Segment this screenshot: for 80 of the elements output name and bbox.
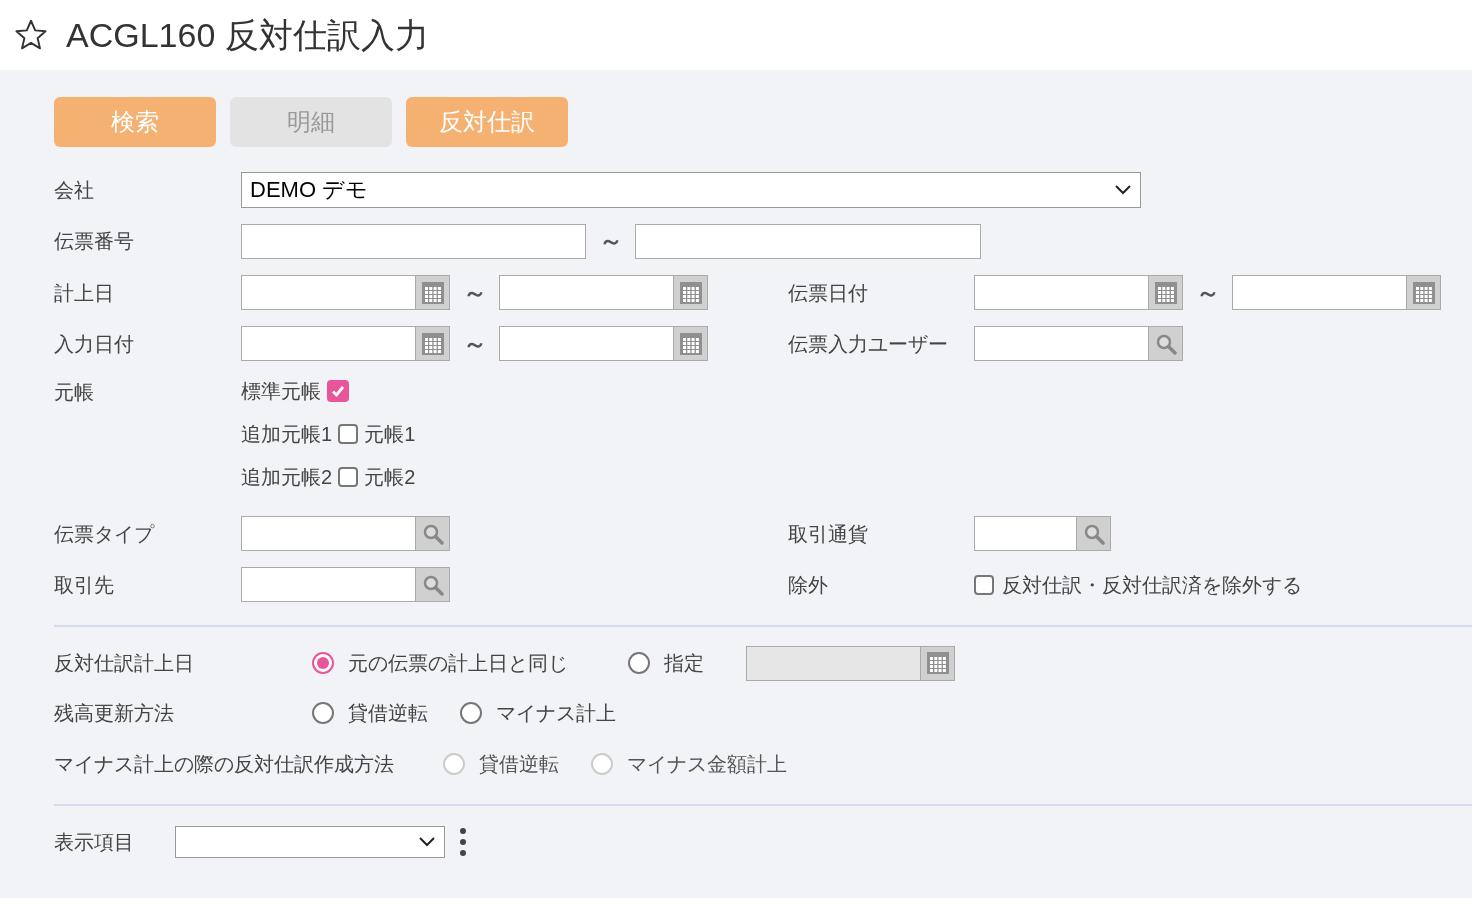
calendar-icon [1154, 281, 1177, 304]
ledger-label: 追加元帳1 [241, 421, 333, 447]
chevron-down-icon [1114, 183, 1132, 196]
radio-label: 貸借逆転 [479, 751, 559, 777]
company-select[interactable]: DEMO デモ [241, 171, 1141, 208]
text-field[interactable] [241, 223, 586, 259]
calendar-icon [679, 332, 702, 355]
calendar-icon [421, 281, 444, 304]
date-field[interactable] [1232, 275, 1441, 310]
radio-label: マイナス金額計上 [627, 751, 787, 777]
field-label: 反対仕訳計上日 [54, 651, 195, 676]
field-label: 残高更新方法 [54, 701, 175, 726]
calendar-icon [1412, 281, 1435, 304]
search-button[interactable] [415, 568, 449, 601]
search-button[interactable] [1076, 517, 1110, 550]
ledger-name: 元帳1 [364, 421, 416, 447]
search-button[interactable] [1148, 327, 1182, 360]
lookup-field[interactable] [974, 516, 1111, 551]
lookup-field[interactable] [241, 567, 450, 602]
range-separator: ～ [1194, 277, 1221, 308]
search-icon [1082, 522, 1105, 545]
calendar-icon [926, 652, 949, 674]
calendar-button[interactable] [415, 276, 449, 309]
checkbox[interactable] [327, 379, 349, 402]
radio-label: マイナス計上 [496, 701, 616, 726]
date-field[interactable] [974, 275, 1183, 310]
field-label: 表示項目 [54, 830, 135, 855]
radio-button[interactable] [460, 702, 482, 724]
field-label: 伝票番号 [54, 229, 135, 254]
checkbox[interactable] [338, 466, 359, 487]
radio-button[interactable] [628, 652, 650, 674]
text-field[interactable] [635, 223, 981, 259]
calendar-icon [421, 332, 444, 355]
calendar-button[interactable] [1406, 276, 1440, 309]
date-field[interactable] [241, 326, 450, 361]
date-field[interactable] [499, 326, 708, 361]
calendar-icon [679, 281, 702, 304]
ledger-name: 元帳2 [364, 464, 416, 490]
calendar-button[interactable] [415, 327, 449, 360]
ledger-label: 追加元帳2 [241, 464, 333, 490]
search-icon [421, 573, 444, 596]
lookup-field[interactable] [974, 326, 1183, 361]
radio-label: 元の伝票の計上日と同じ [348, 651, 568, 676]
radio-label: 貸借逆転 [348, 701, 428, 726]
date-field[interactable] [241, 275, 450, 310]
calendar-button[interactable] [673, 327, 707, 360]
radio-button[interactable] [312, 652, 334, 674]
calendar-button[interactable] [1148, 276, 1182, 309]
field-label: 会社 [54, 177, 95, 203]
radio-label: 指定 [664, 651, 704, 676]
calendar-button[interactable] [673, 276, 707, 309]
checkbox[interactable] [974, 574, 994, 595]
search-button[interactable] [415, 517, 449, 550]
radio-button[interactable] [312, 702, 334, 724]
ledger-label: 標準元帳 [241, 378, 321, 404]
field-label: 伝票タイプ [54, 521, 156, 547]
field-label: 計上日 [54, 280, 115, 306]
range-separator: ～ [597, 226, 624, 256]
search-icon [1154, 332, 1177, 355]
page-title: ACGL160 反対仕訳入力 [66, 14, 429, 56]
field-label: 元帳 [54, 380, 95, 405]
field-label: 取引通貨 [788, 521, 869, 547]
field-label: 入力日付 [54, 331, 135, 357]
field-label: 除外 [788, 572, 829, 598]
date-field[interactable] [499, 275, 708, 310]
range-separator: ～ [461, 328, 488, 359]
search-icon [421, 522, 444, 545]
chevron-down-icon [418, 836, 436, 848]
field-label: 取引先 [54, 572, 115, 598]
checkbox[interactable] [338, 423, 359, 444]
more-options-icon[interactable] [459, 827, 467, 857]
action-button[interactable]: 検索 [54, 97, 216, 147]
field-label: マイナス計上の際の反対仕訳作成方法 [54, 751, 395, 777]
field-label: 伝票入力ユーザー [788, 331, 949, 357]
range-separator: ～ [461, 277, 488, 308]
action-button[interactable]: 反対仕訳 [406, 97, 568, 147]
exclude-option: 反対仕訳・反対仕訳済を除外する [1002, 569, 1302, 600]
lookup-field[interactable] [241, 516, 450, 551]
field-label: 伝票日付 [788, 280, 869, 306]
display-items-select[interactable] [175, 826, 445, 858]
